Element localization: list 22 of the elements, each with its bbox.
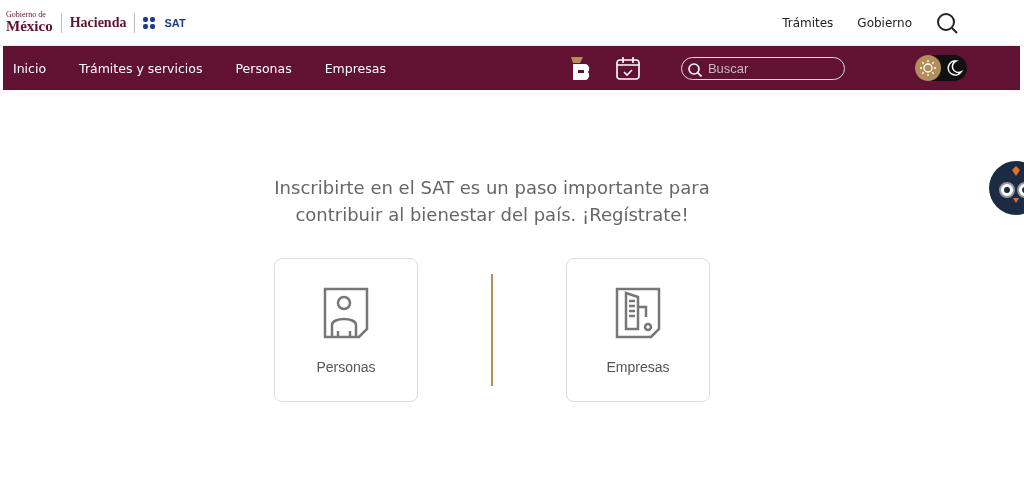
search-icon[interactable] [936,11,958,34]
dots-icon [143,16,157,29]
logo-text: México [6,19,53,34]
intro-heading: Inscribirte en el SAT es un paso importante para contribuir al bienestar del país. ¡Regístrate! [273,176,711,227]
person-icon [322,285,370,339]
category-card[interactable]: Personas [274,258,418,402]
light-mode-button[interactable] [914,55,941,81]
nav-link[interactable]: Empresas [324,60,386,76]
logo-text: Hacienda [69,14,127,31]
search-icon [687,62,702,77]
logo[interactable]: Gobierno de México Hacienda SAT [6,11,186,34]
building-icon [614,285,662,339]
nav-link[interactable]: Trámites y servicios [79,60,203,76]
nav-link[interactable]: Inicio [13,60,47,76]
logo-text: Gobierno de [6,11,47,19]
calendar-icon[interactable] [614,55,641,81]
search-field[interactable]: Buscar [680,56,845,80]
category-card[interactable]: Empresas [566,258,710,402]
header-link[interactable]: Gobierno [857,15,912,30]
nav-link[interactable]: Personas [235,60,292,76]
header-link[interactable]: Trámites [782,15,834,30]
logo-text: SAT [164,16,186,29]
